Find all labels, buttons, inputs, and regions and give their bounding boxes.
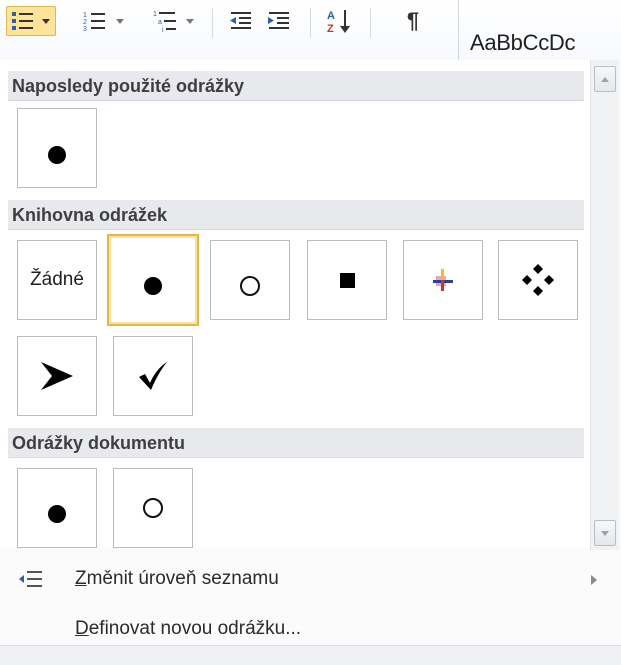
bullet-option-document-hollow-circle[interactable] (113, 468, 193, 548)
show-formatting-marks-button[interactable]: ¶ (396, 6, 430, 36)
four-diamond-bullet-icon (522, 264, 554, 296)
styles-gallery-preview[interactable]: AaBbCcDc (470, 30, 621, 60)
dropdown-resize-grip[interactable] (0, 645, 621, 665)
bullet-library-dropdown: Naposledy použité odrážky Knihovna odráž… (0, 60, 621, 665)
change-list-level-icon (19, 571, 42, 587)
sort-az-icon: A Z (327, 10, 350, 34)
section-header-library: Knihovna odrážek (8, 200, 584, 230)
bullet-option-checkmark[interactable] (113, 336, 193, 416)
scroll-up-button[interactable] (594, 66, 616, 92)
ribbon-paragraph-group: 1 2 3 1 a i A Z ¶ AaBbCcDc (0, 0, 621, 62)
change-list-level-label: Změnit úroveň seznamu (75, 568, 279, 589)
hollow-circle-bullet-icon (240, 276, 260, 296)
decrease-indent-icon (230, 12, 251, 29)
svg-text:1: 1 (83, 12, 87, 19)
sort-button[interactable]: A Z (322, 6, 358, 36)
svg-text:2: 2 (83, 19, 87, 26)
chevron-down-icon[interactable] (115, 17, 125, 25)
bullet-option-arrowhead[interactable] (17, 336, 97, 416)
bullets-button[interactable] (6, 6, 56, 36)
numbering-button[interactable]: 1 2 3 (76, 6, 132, 36)
bullet-option-recent-filled-circle[interactable] (17, 108, 97, 188)
bullet-option-filled-square[interactable] (307, 240, 387, 320)
pilcrow-icon: ¶ (406, 8, 420, 33)
filled-circle-bullet-icon (48, 505, 66, 523)
menu-item-define-new-bullet[interactable]: Definovat novou odrážku... (0, 610, 621, 648)
multilevel-list-icon: 1 a i (153, 11, 176, 33)
svg-text:Z: Z (327, 23, 334, 34)
bullet-option-none[interactable]: Žádné (17, 240, 97, 320)
decrease-indent-button[interactable] (224, 6, 258, 36)
bullet-list-icon (12, 12, 33, 30)
menu-item-change-list-level[interactable]: Změnit úroveň seznamu (0, 560, 621, 598)
svg-text:A: A (327, 10, 335, 22)
bullet-option-four-diamond[interactable] (498, 240, 578, 320)
filled-square-bullet-icon (339, 272, 355, 288)
submenu-arrow-icon (591, 575, 597, 585)
chevron-down-icon[interactable] (185, 17, 195, 25)
svg-text:1: 1 (153, 11, 157, 18)
gallery-scrollbar[interactable] (590, 60, 619, 550)
chevron-up-icon (601, 76, 609, 82)
colored-cross-bullet-icon (433, 269, 453, 291)
chevron-down-icon[interactable] (41, 17, 51, 25)
arrowhead-bullet-icon (41, 362, 73, 390)
bullet-option-document-filled-circle[interactable] (17, 468, 97, 548)
ribbon-separator (370, 8, 371, 38)
define-new-bullet-label: Definovat novou odrážku... (75, 618, 302, 639)
svg-text:a: a (158, 19, 162, 26)
increase-indent-button[interactable] (262, 6, 296, 36)
checkmark-bullet-icon (139, 362, 167, 390)
section-header-document: Odrážky dokumentu (8, 428, 584, 458)
filled-circle-bullet-icon (144, 277, 162, 295)
section-header-recent: Naposledy použité odrážky (8, 71, 584, 101)
svg-text:3: 3 (83, 26, 87, 32)
none-label: Žádné (30, 269, 84, 290)
bullet-option-hollow-circle[interactable] (210, 240, 290, 320)
increase-indent-icon (268, 12, 289, 29)
ribbon-separator (212, 8, 213, 38)
svg-text:i: i (162, 27, 164, 33)
scroll-down-button[interactable] (594, 520, 616, 546)
bullet-gallery: Naposledy použité odrážky Knihovna odráž… (0, 60, 590, 548)
chevron-down-icon (601, 530, 609, 536)
bullet-option-colored-cross[interactable] (403, 240, 483, 320)
bullet-option-filled-circle[interactable] (107, 234, 199, 326)
hollow-circle-bullet-icon (143, 498, 163, 518)
styles-gallery-divider (458, 0, 459, 62)
filled-circle-bullet-icon (48, 146, 66, 164)
multilevel-list-button[interactable]: 1 a i (144, 6, 204, 36)
ribbon-separator (310, 8, 311, 38)
numbered-list-icon: 1 2 3 (83, 12, 105, 32)
